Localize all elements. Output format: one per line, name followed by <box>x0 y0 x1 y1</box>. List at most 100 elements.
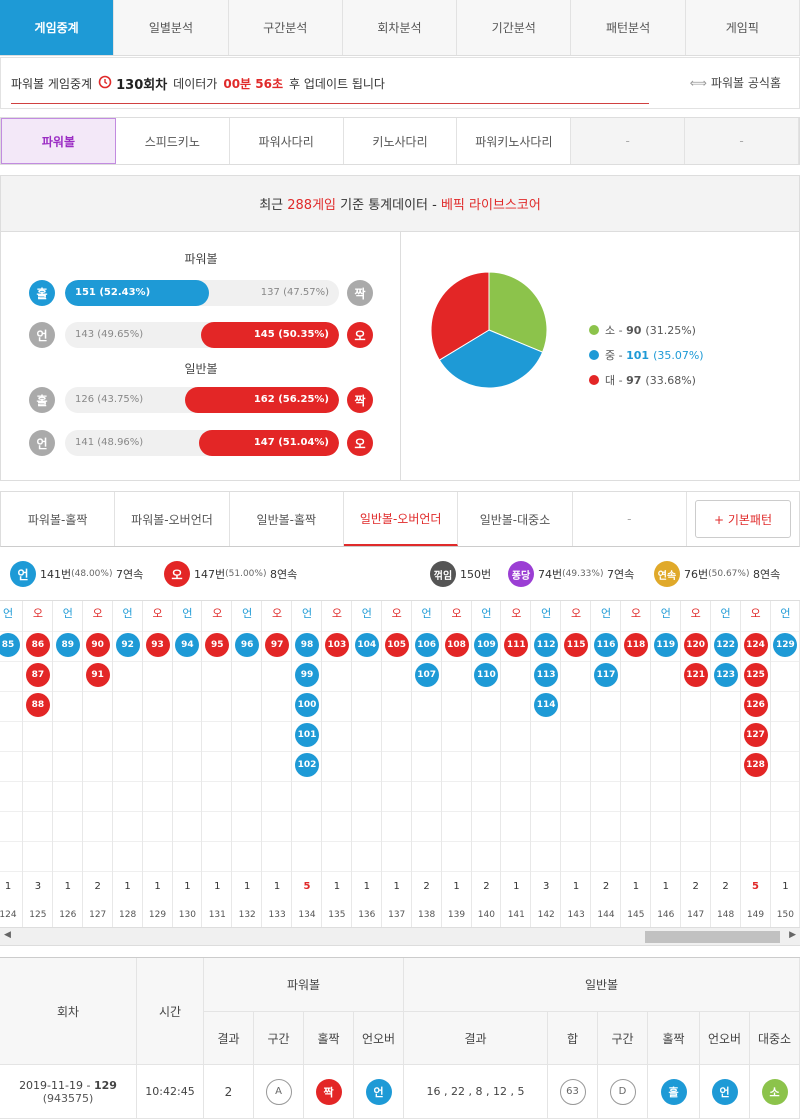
nav-tab-period[interactable]: 기간분석 <box>457 0 572 55</box>
top-nav: 게임중계 일별분석 구간분석 회차분석 기간분석 패턴분석 게임픽 <box>0 0 800 56</box>
nb-oddeven-badge: 홀 <box>660 1078 687 1105</box>
col-time-header: 시간 <box>137 958 204 1065</box>
pattern-summary: 언 141번 (48.00%) 7연속 오 147번 (51.00%) 8연속 … <box>0 558 800 590</box>
grid-column: 오 120 121 2 147 <box>681 601 711 927</box>
grid-column: 오 111 1 141 <box>501 601 532 927</box>
grid-column-type: 언 <box>122 607 133 620</box>
summary-over: 오 147번 (51.00%) 8연속 <box>164 561 297 587</box>
grid-round-number: 137 <box>388 910 406 920</box>
grid-column-type: 언 <box>720 607 731 620</box>
scroll-thumb[interactable] <box>645 931 780 943</box>
status-countdown: 00분 56초 <box>223 76 284 91</box>
grid-column: 언 96 1 132 <box>232 601 263 927</box>
grid-column-type: 오 <box>750 607 761 620</box>
nb-zone-badge: D <box>609 1078 636 1105</box>
pong-streak: 7연속 <box>606 568 635 581</box>
legend-dot <box>589 375 599 385</box>
legend-value: 90 <box>626 323 642 337</box>
game-tab-speedkeno[interactable]: 스피드키노 <box>116 118 230 164</box>
tab-nb-overunder[interactable]: 일반볼-오버언더 <box>343 492 459 546</box>
summary-streak: 연속 76번 (50.67%) 8연속 <box>654 561 780 587</box>
grid-column-type: 오 <box>212 607 223 620</box>
grid-column-type: 오 <box>331 607 342 620</box>
stat-right-label: 162 (56.25%) <box>253 394 329 405</box>
grid-ball: 101 <box>295 723 319 747</box>
grid-round-number: 133 <box>268 910 286 920</box>
stats-panel: 최근 288게임 기준 통계데이터 - 베픽 라이브스코어 파워볼 일반볼 홀1… <box>0 175 800 481</box>
grid-round-number: 150 <box>776 910 794 920</box>
grid-column-type: 언 <box>421 607 432 620</box>
tab-pb-oddeven[interactable]: 파워볼-홀짝 <box>1 492 116 546</box>
stat-right-label: 137 (47.57%) <box>260 287 329 298</box>
grid-scrollbar[interactable]: ◀ ▶ <box>0 928 800 946</box>
grid-ball: 85 <box>0 633 20 657</box>
stat-bar-row: 언 141 (48.96%) 147 (51.04%) 오 <box>29 430 375 456</box>
row-round-cell: 2019-11-19 - 129 (943575) <box>0 1065 137 1119</box>
grid-ball: 104 <box>354 633 379 657</box>
nav-tab-daily[interactable]: 일별분석 <box>114 0 229 55</box>
tab-nb-size[interactable]: 일반볼-대중소 <box>458 492 573 546</box>
summary-pong: 퐁당 74번 (49.33%) 7연속 <box>508 561 634 587</box>
grid-column-type: 오 <box>272 607 283 620</box>
grid-round-number: 139 <box>447 910 466 920</box>
official-home-link[interactable]: ⟺ 파워볼 공식홈 <box>690 74 781 91</box>
nav-tab-pattern[interactable]: 패턴분석 <box>571 0 686 55</box>
nav-tab-round[interactable]: 회차분석 <box>343 0 458 55</box>
stats-head-mid: 기준 통계데이터 - <box>340 198 437 213</box>
row-nb-ou-cell: 언 <box>700 1065 750 1119</box>
grid-streak-count: 2 <box>602 881 610 892</box>
over-count: 147번 <box>194 568 226 581</box>
game-tab-powerladder[interactable]: 파워사다리 <box>230 118 344 164</box>
row-id: (943575) <box>42 1091 94 1105</box>
grid-column-type: 언 <box>600 607 612 620</box>
nb-size-badge: 소 <box>761 1078 788 1105</box>
row-nb-sum-cell: 63 <box>548 1065 598 1119</box>
scroll-right-icon[interactable]: ▶ <box>789 930 796 940</box>
grid-ball: 99 <box>295 663 319 687</box>
stat-left-badge: 언 <box>29 430 55 456</box>
basic-pattern-button[interactable]: + 기본패턴 <box>694 500 791 538</box>
scroll-left-icon[interactable]: ◀ <box>4 930 11 940</box>
grid-column: 언 85 1 124 <box>0 601 23 927</box>
pattern-grid: 언 85 1 124 오 86 87 88 3 125 언 89 1 126 오 90 91 2 127 언 92 1 12… <box>0 600 800 928</box>
grid-ball: 94 <box>175 633 200 657</box>
legend-separator: - <box>615 373 627 387</box>
grid-round-number: 141 <box>507 910 525 920</box>
grid-ball: 93 <box>145 633 170 657</box>
nav-tab-pick[interactable]: 게임픽 <box>686 0 800 55</box>
under-pct: (48.00%) <box>71 569 113 579</box>
grid-streak-count: 1 <box>64 881 71 892</box>
game-tab-powerkenoladder[interactable]: 파워키노사다리 <box>457 118 572 164</box>
grid-column-type: 언 <box>62 607 73 620</box>
grid-ball: 86 <box>25 633 50 657</box>
sub-header: 홀짝 <box>648 1012 700 1065</box>
tab-nb-oddeven[interactable]: 일반볼-홀짝 <box>230 492 344 546</box>
nav-tab-section[interactable]: 구간분석 <box>229 0 343 55</box>
stat-bar-track: 151 (52.43%) 137 (47.57%) <box>65 280 339 306</box>
grid-round-number: 129 <box>148 910 167 920</box>
grid-ball: 121 <box>683 663 708 687</box>
col-powerball-header: 파워볼 <box>204 958 404 1012</box>
nav-tab-live[interactable]: 게임중계 <box>0 0 115 55</box>
grid-column: 오 90 91 2 127 <box>83 601 113 927</box>
grid-column: 언 104 1 136 <box>352 601 382 927</box>
grid-ball: 87 <box>25 663 50 687</box>
game-tab-powerball[interactable]: 파워볼 <box>1 118 116 164</box>
grid-ball: 102 <box>295 753 319 777</box>
game-tab-kenoladder[interactable]: 키노사다리 <box>344 118 458 164</box>
grid-column-type: 언 <box>301 607 313 620</box>
row-round: 129 <box>93 1078 117 1092</box>
grid-round-number: 138 <box>418 910 436 920</box>
grid-ball: 92 <box>115 633 140 657</box>
stat-bar-track: 126 (43.75%) 162 (56.25%) <box>65 387 339 413</box>
stat-left-badge: 언 <box>29 322 55 348</box>
tab-pb-overunder[interactable]: 파워볼-오버언더 <box>115 492 230 546</box>
grid-streak-count: 1 <box>184 881 191 892</box>
grid-column: 언 94 1 130 <box>172 601 203 927</box>
row-pb-ou-cell: 언 <box>354 1065 404 1119</box>
grid-ball: 89 <box>55 633 80 657</box>
row-nb-size-cell: 소 <box>750 1065 800 1119</box>
grid-ball: 95 <box>205 633 230 657</box>
grid-ball: 103 <box>324 633 349 657</box>
grid-ball: 119 <box>653 633 678 657</box>
